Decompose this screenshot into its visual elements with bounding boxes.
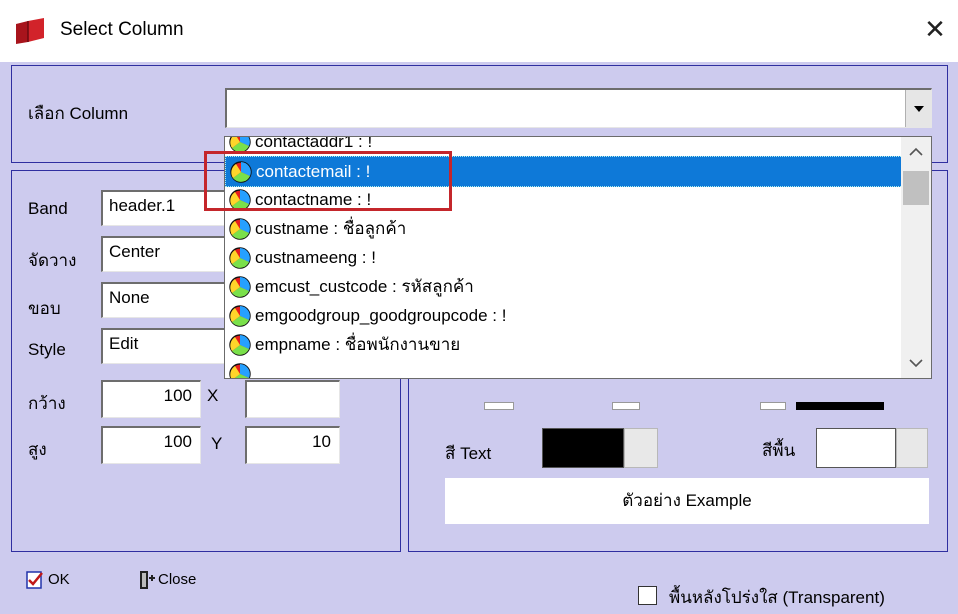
column-combobox[interactable]	[225, 88, 932, 128]
width-field[interactable]: 100	[101, 380, 201, 418]
list-item-label: empname : ชื่อพนักงานขาย	[255, 335, 461, 354]
list-item[interactable]	[225, 359, 901, 378]
list-item[interactable]: emgoodgroup_goodgroupcode : !	[225, 301, 901, 330]
combobox-dropdown-button[interactable]	[905, 90, 931, 127]
align-label: จัดวาง	[28, 251, 77, 270]
x-label: X	[207, 386, 219, 405]
check-icon	[26, 571, 43, 589]
y-label: Y	[211, 434, 223, 453]
y-field[interactable]: 10	[245, 426, 340, 464]
dropdown-scrollbar[interactable]	[901, 137, 931, 378]
height-label: สูง	[28, 440, 47, 459]
partial-control-3	[760, 402, 786, 410]
text-color-label: สี Text	[445, 444, 492, 463]
transparent-label: พื้นหลังโปร่งใส (Transparent)	[669, 588, 885, 607]
border-label: ขอบ	[28, 299, 61, 318]
title-bar: Select Column ✕	[0, 0, 958, 62]
bg-color-button[interactable]	[896, 428, 928, 468]
dialog-body: เลือก Column Band header.1 จัดวาง Center…	[0, 62, 958, 614]
style-field[interactable]: Edit	[101, 328, 241, 364]
column-select-label: เลือก Column	[28, 104, 129, 123]
column-ball-icon	[229, 333, 251, 356]
window-title: Select Column	[60, 19, 184, 40]
x-field[interactable]	[245, 380, 340, 418]
scroll-up-icon[interactable]	[901, 139, 931, 165]
list-item-label: emcust_custcode : รหัสลูกค้า	[255, 277, 474, 296]
partial-control-2	[612, 402, 640, 410]
bg-color-swatch	[816, 428, 896, 468]
border-field[interactable]: None	[101, 282, 241, 318]
list-item[interactable]: custnameeng : !	[225, 243, 901, 272]
column-ball-icon	[229, 275, 251, 298]
book-icon	[16, 18, 44, 44]
ok-label: OK	[48, 571, 70, 588]
example-preview: ตัวอย่าง Example	[445, 478, 929, 524]
scroll-down-icon[interactable]	[901, 350, 931, 376]
partial-control-4	[796, 402, 884, 410]
column-ball-icon	[229, 246, 251, 269]
chevron-down-icon	[914, 106, 924, 112]
align-field[interactable]: Center	[101, 236, 241, 272]
list-item-label: emgoodgroup_goodgroupcode : !	[255, 305, 507, 325]
exit-door-icon	[140, 571, 155, 589]
partial-control-1	[484, 402, 514, 410]
list-item-label: custnameeng : !	[255, 247, 376, 267]
list-item-label: custname : ชื่อลูกค้า	[255, 219, 407, 238]
width-label: กว้าง	[28, 394, 66, 413]
list-item[interactable]: empname : ชื่อพนักงานขาย	[225, 330, 901, 359]
list-item-label: contactaddr1 : !	[255, 136, 373, 151]
column-ball-icon	[229, 217, 251, 240]
list-item[interactable]: custname : ชื่อลูกค้า	[225, 214, 901, 243]
close-button[interactable]: Close	[138, 568, 218, 594]
example-text: ตัวอย่าง Example	[622, 491, 752, 510]
column-ball-icon	[229, 304, 251, 327]
style-label: Style	[28, 340, 66, 359]
bg-color-label: สีพื้น	[762, 441, 796, 460]
close-label: Close	[158, 571, 197, 588]
transparent-checkbox[interactable]	[638, 586, 657, 605]
list-item[interactable]: emcust_custcode : รหัสลูกค้า	[225, 272, 901, 301]
text-color-button[interactable]	[624, 428, 658, 468]
highlight-annotation-box	[204, 151, 452, 211]
close-icon[interactable]: ✕	[922, 17, 948, 43]
band-label: Band	[28, 199, 68, 218]
ok-button[interactable]: OK	[26, 568, 96, 594]
scrollbar-thumb[interactable]	[903, 171, 929, 205]
text-color-swatch	[542, 428, 624, 468]
column-ball-icon	[229, 362, 251, 378]
height-field[interactable]: 100	[101, 426, 201, 464]
